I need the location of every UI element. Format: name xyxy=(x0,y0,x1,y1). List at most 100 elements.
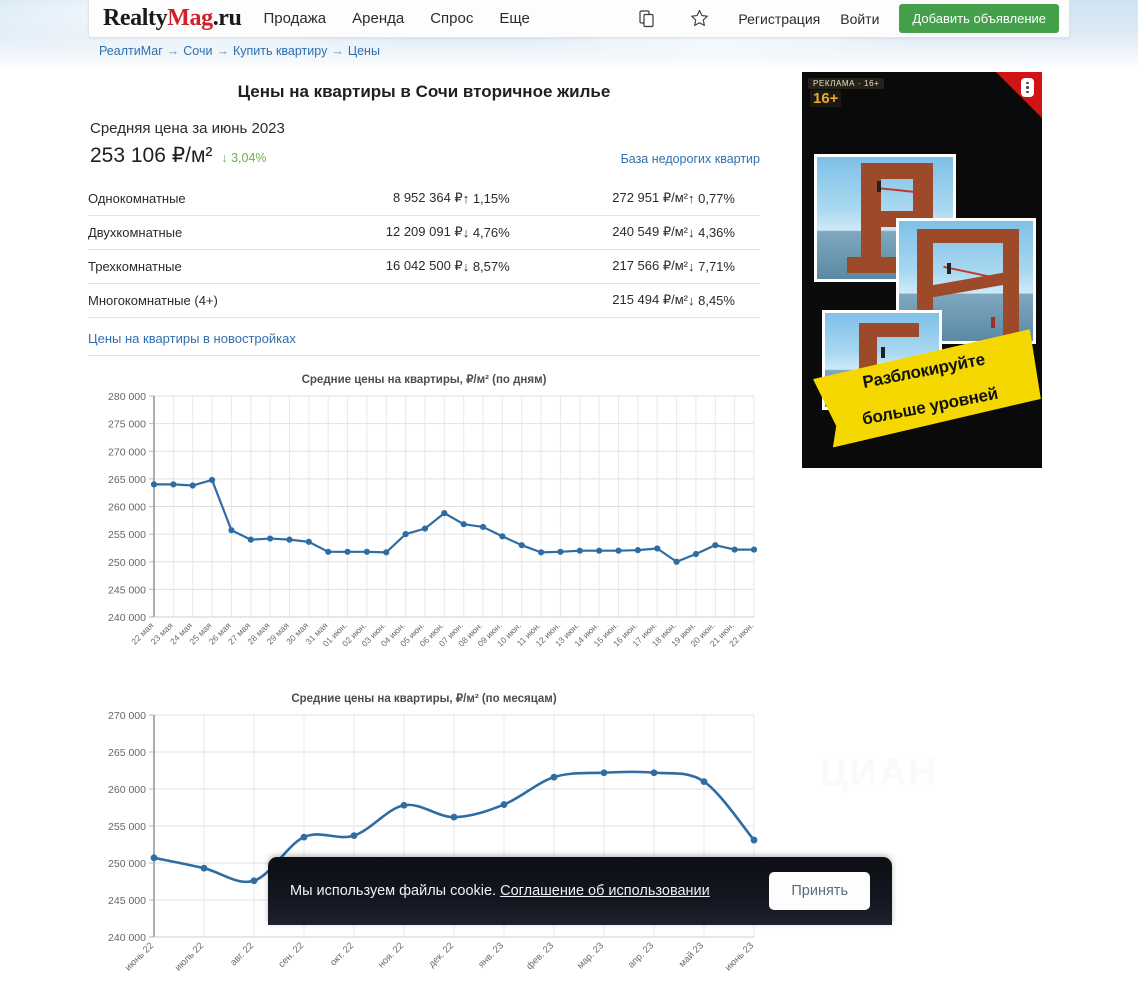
ad-corner-flag xyxy=(996,72,1042,118)
cookie-accept-button[interactable]: Принять xyxy=(769,872,870,910)
row-name[interactable]: Трехкомнатные xyxy=(88,249,324,284)
nav-prodazha[interactable]: Продажа xyxy=(264,10,327,27)
breadcrumb-separator: → xyxy=(166,44,180,58)
table-row: Двухкомнатные 12 209 091 ₽ ↓ 4,76% 240 5… xyxy=(88,215,760,250)
login-link[interactable]: Войти xyxy=(840,11,879,27)
nav-esche[interactable]: Еще xyxy=(499,10,530,27)
cookie-message-text: Мы используем файлы cookie. xyxy=(290,883,497,899)
kebab-menu-icon[interactable] xyxy=(1021,78,1034,97)
breadcrumb-item-prices[interactable]: Цены xyxy=(348,44,380,58)
svg-text:275 000: 275 000 xyxy=(108,419,146,431)
svg-text:255 000: 255 000 xyxy=(108,821,146,833)
svg-text:245 000: 245 000 xyxy=(108,584,146,596)
svg-text:260 000: 260 000 xyxy=(108,784,146,796)
svg-text:янв. 23: янв. 23 xyxy=(476,940,506,970)
svg-text:дек. 22: дек. 22 xyxy=(427,940,457,970)
svg-text:260 000: 260 000 xyxy=(108,502,146,514)
page-title: Цены на квартиры в Сочи вторичное жилье xyxy=(237,82,611,101)
ad-age-rating: 16+ xyxy=(810,90,842,107)
svg-text:июль 22: июль 22 xyxy=(173,940,206,973)
row-price-delta xyxy=(462,283,551,318)
breadcrumb-separator: → xyxy=(331,44,344,58)
svg-text:240 000: 240 000 xyxy=(108,932,146,944)
cookie-consent-bar: Мы используем файлы cookie. Соглашение о… xyxy=(268,857,892,925)
room-types-table: Однокомнатные 8 952 364 ₽ ↑ 1,15% 272 95… xyxy=(88,182,760,318)
svg-text:280 000: 280 000 xyxy=(108,391,146,403)
row-name[interactable]: Однокомнатные xyxy=(88,182,324,216)
row-price-delta: ↓ 8,57% xyxy=(462,249,551,284)
row-sqm-delta: ↓ 8,45% xyxy=(688,283,760,318)
chart-monthly: Средние цены на квартиры, ₽/м² (по месяц… xyxy=(88,691,760,999)
row-sqm-delta: ↓ 7,71% xyxy=(688,249,760,284)
add-listing-button[interactable]: Добавить объявление xyxy=(899,4,1059,33)
logo-realty: Realty xyxy=(103,5,168,31)
row-price-delta: ↑ 1,15% xyxy=(462,182,551,216)
table-row: Трехкомнатные 16 042 500 ₽ ↓ 8,57% 217 5… xyxy=(88,249,760,284)
svg-text:май 23: май 23 xyxy=(677,940,706,969)
table-row: Многокомнатные (4+) 215 494 ₽/м² ↓ 8,45% xyxy=(88,283,760,318)
cookie-message: Мы используем файлы cookie. Соглашение о… xyxy=(290,883,769,899)
logo-mag: Mag xyxy=(167,5,213,31)
breadcrumb-item-sochi[interactable]: Сочи xyxy=(183,44,212,58)
copy-icon[interactable] xyxy=(634,6,660,32)
register-link[interactable]: Регистрация xyxy=(738,11,820,27)
row-price xyxy=(323,283,463,318)
svg-text:270 000: 270 000 xyxy=(108,710,146,722)
row-price: 8 952 364 ₽ xyxy=(323,182,463,216)
chart-monthly-title: Средние цены на квартиры, ₽/м² (по месяц… xyxy=(291,693,557,705)
svg-text:ноя. 22: ноя. 22 xyxy=(376,940,406,970)
row-price-delta: ↓ 4,76% xyxy=(462,215,551,250)
chart-daily: Средние цены на квартиры, ₽/м² (по дням)… xyxy=(88,372,760,675)
breadcrumb-item-buy-apartment[interactable]: Купить квартиру xyxy=(233,44,327,58)
svg-text:июнь 22: июнь 22 xyxy=(123,940,156,973)
table-row: Однокомнатные 8 952 364 ₽ ↑ 1,15% 272 95… xyxy=(88,182,760,216)
cheap-apartments-link[interactable]: База недорогих квартир xyxy=(621,152,760,166)
nav-arenda[interactable]: Аренда xyxy=(352,10,404,27)
average-price-delta: ↓ 3,04% xyxy=(221,151,267,165)
logo-ru: .ru xyxy=(212,5,242,31)
svg-text:авг. 22: авг. 22 xyxy=(228,940,256,968)
breadcrumb-separator: → xyxy=(216,44,229,58)
svg-text:270 000: 270 000 xyxy=(108,446,146,458)
svg-text:июнь 23: июнь 23 xyxy=(723,940,756,973)
cian-watermark: ЦИАН xyxy=(820,752,938,794)
average-price-row: 253 106 ₽/м² ↓ 3,04% База недорогих квар… xyxy=(88,143,760,168)
site-header: RealtyMag.ru Продажа Аренда Спрос Еще Ре… xyxy=(88,0,1070,38)
svg-text:250 000: 250 000 xyxy=(108,858,146,870)
chart-monthly-canvas: 240 000 245 000 250 000 255 000 260 000 265 0… xyxy=(108,710,758,974)
svg-text:265 000: 265 000 xyxy=(108,474,146,486)
row-sqm-delta: ↑ 0,77% xyxy=(688,182,760,216)
site-logo[interactable]: RealtyMag.ru xyxy=(103,5,242,32)
svg-text:265 000: 265 000 xyxy=(108,747,146,759)
row-sqm-price: 240 549 ₽/м² xyxy=(550,215,688,250)
new-buildings-prices-link[interactable]: Цены на квартиры в новостройках xyxy=(88,331,760,356)
chart-daily-canvas: 240 000 245 000 250 000 255 000 260 000 265 0… xyxy=(108,391,758,649)
breadcrumb: РеалтиМаг → Сочи → Купить квартиру → Цены xyxy=(99,44,380,58)
average-price-label: Средняя цена за июнь 2023 xyxy=(90,120,285,137)
row-sqm-delta: ↓ 4,36% xyxy=(688,215,760,250)
row-sqm-price: 217 566 ₽/м² xyxy=(550,249,688,284)
svg-text:255 000: 255 000 xyxy=(108,529,146,541)
svg-text:250 000: 250 000 xyxy=(108,557,146,569)
svg-text:245 000: 245 000 xyxy=(108,895,146,907)
row-name[interactable]: Двухкомнатные xyxy=(88,215,324,250)
average-price-value: 253 106 ₽/м² xyxy=(90,144,213,167)
svg-text:фев. 23: фев. 23 xyxy=(524,940,556,972)
nav-spros[interactable]: Спрос xyxy=(430,10,473,27)
advertisement-banner[interactable]: Разблокируйте больше уровней РЕКЛАМА · 1… xyxy=(802,72,1042,468)
chart-daily-title: Средние цены на квартиры, ₽/м² (по дням) xyxy=(301,374,547,386)
row-sqm-price: 272 951 ₽/м² xyxy=(550,182,688,216)
svg-text:мар. 23: мар. 23 xyxy=(575,940,606,971)
cookie-policy-link[interactable]: Соглашение об использовании xyxy=(500,883,710,899)
svg-text:240 000: 240 000 xyxy=(108,612,146,624)
row-sqm-price: 215 494 ₽/м² xyxy=(550,283,688,318)
ad-disclosure-label: РЕКЛАМА · 16+ xyxy=(808,78,885,89)
row-price: 16 042 500 ₽ xyxy=(323,249,463,284)
svg-text:сен. 22: сен. 22 xyxy=(276,940,306,970)
breadcrumb-item-realtymag[interactable]: РеалтиМаг xyxy=(99,44,163,58)
star-icon[interactable] xyxy=(686,6,712,32)
svg-text:апр. 23: апр. 23 xyxy=(626,940,656,970)
svg-text:окт. 22: окт. 22 xyxy=(328,940,356,968)
row-name[interactable]: Многокомнатные (4+) xyxy=(88,283,324,318)
row-price: 12 209 091 ₽ xyxy=(323,215,463,250)
